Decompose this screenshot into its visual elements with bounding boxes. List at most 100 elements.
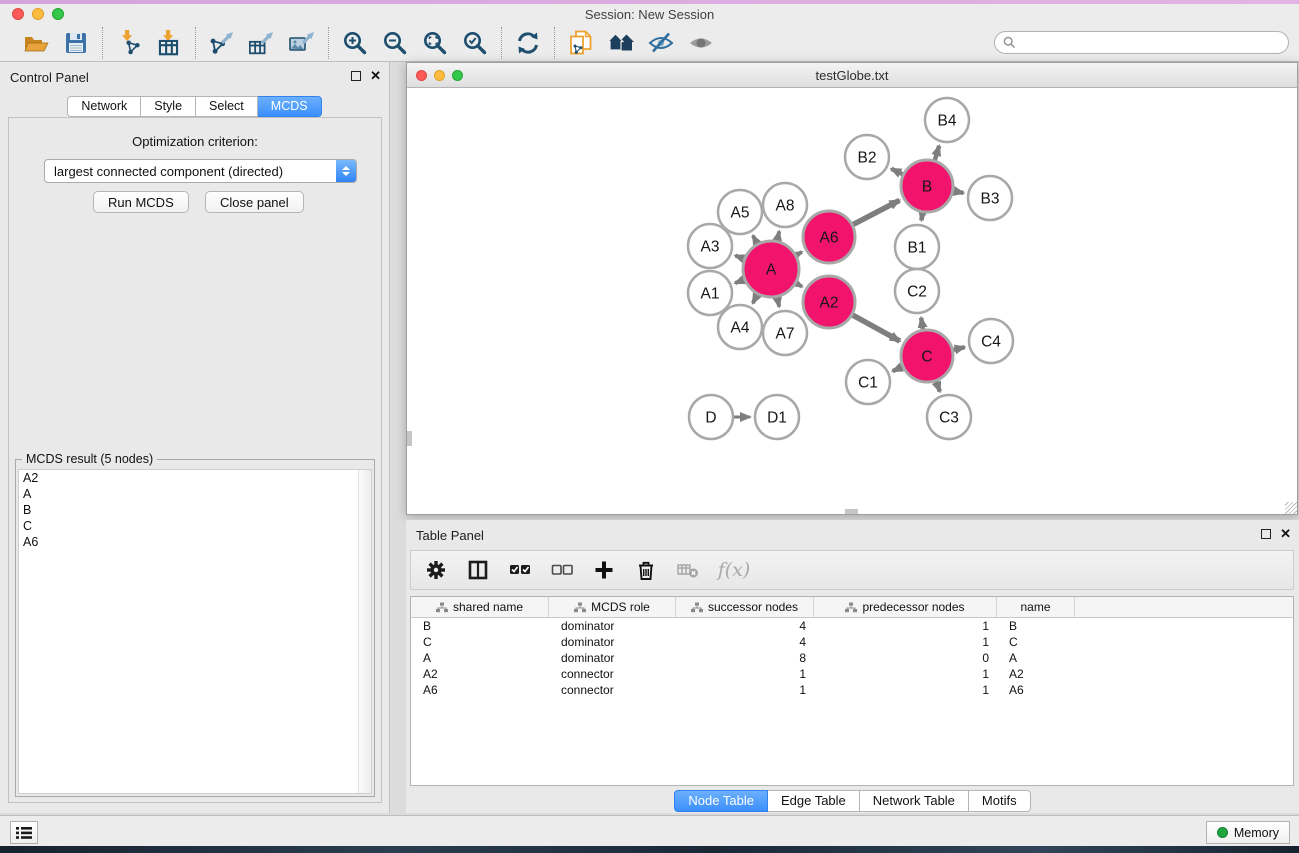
graph-node-B[interactable]: B <box>901 160 953 212</box>
close-panel-button[interactable]: Close panel <box>205 191 304 213</box>
edge-A-A8[interactable] <box>777 231 779 240</box>
show-all-button[interactable] <box>681 27 721 59</box>
refresh-button[interactable] <box>508 27 548 59</box>
graph-node-C[interactable]: C <box>901 330 953 382</box>
export-image-button[interactable] <box>282 27 322 59</box>
table-cell[interactable]: 1 <box>676 666 814 682</box>
table-cell[interactable]: A <box>411 650 549 666</box>
graph-node-B1[interactable]: B1 <box>895 225 939 269</box>
deselect-all-button[interactable] <box>549 557 575 583</box>
graph-node-A4[interactable]: A4 <box>718 305 762 349</box>
search-input[interactable] <box>1016 32 1288 53</box>
clone-network-button[interactable] <box>561 27 601 59</box>
float-table-panel-icon[interactable] <box>1261 529 1271 539</box>
edge-A-A4[interactable] <box>753 295 758 304</box>
select-all-button[interactable] <box>507 557 533 583</box>
tab-node-table[interactable]: Node Table <box>674 790 768 812</box>
mcds-result-item[interactable]: A2 <box>19 470 371 486</box>
network-window-titlebar[interactable]: testGlobe.txt <box>407 63 1297 88</box>
table-cell[interactable]: 4 <box>676 634 814 650</box>
graph-node-C4[interactable]: C4 <box>969 319 1013 363</box>
graph-node-B4[interactable]: B4 <box>925 98 969 142</box>
float-panel-icon[interactable] <box>351 71 361 81</box>
network-canvas[interactable]: B4B2BB3A8A5A6B1A3AC2A1A2A4A7C4CC1C3DD1 <box>407 88 1297 514</box>
table-cell[interactable]: C <box>997 634 1075 650</box>
column-header-shared-name[interactable]: shared name <box>411 597 549 617</box>
graph-node-B2[interactable]: B2 <box>845 135 889 179</box>
graph-node-A5[interactable]: A5 <box>718 190 762 234</box>
window-resize-grip[interactable] <box>1285 502 1297 514</box>
zoom-fit-button[interactable] <box>415 27 455 59</box>
edge-A-A2[interactable] <box>796 283 802 286</box>
run-mcds-button[interactable]: Run MCDS <box>93 191 189 213</box>
table-cell[interactable]: A2 <box>411 666 549 682</box>
table-cell[interactable]: 1 <box>676 682 814 698</box>
table-cell[interactable]: A <box>997 650 1075 666</box>
save-session-button[interactable] <box>56 27 96 59</box>
edge-A-A3[interactable] <box>735 256 744 259</box>
graph-node-A6[interactable]: A6 <box>803 211 855 263</box>
table-row[interactable]: A2connector11A2 <box>411 666 1293 682</box>
neighbors-button[interactable] <box>601 27 641 59</box>
graph-node-B3[interactable]: B3 <box>968 176 1012 220</box>
edge-B-B1[interactable] <box>921 213 922 221</box>
add-column-button[interactable] <box>591 557 617 583</box>
edge-C-C2[interactable] <box>921 318 923 330</box>
table-cell[interactable]: 1 <box>814 634 997 650</box>
hide-selected-button[interactable] <box>641 27 681 59</box>
column-header-predecessor-nodes[interactable]: predecessor nodes <box>814 597 997 617</box>
table-cell[interactable]: A6 <box>411 682 549 698</box>
open-session-button[interactable] <box>16 27 56 59</box>
table-cell[interactable]: dominator <box>549 634 676 650</box>
edge-B-B4[interactable] <box>935 146 939 160</box>
settings-button[interactable] <box>423 557 449 583</box>
mcds-result-item[interactable]: A <box>19 486 371 502</box>
memory-button[interactable]: Memory <box>1206 821 1290 844</box>
edge-A-A1[interactable] <box>735 280 744 283</box>
table-row[interactable]: Bdominator41B <box>411 618 1293 634</box>
table-cell[interactable]: 1 <box>814 666 997 682</box>
mcds-result-item[interactable]: C <box>19 518 371 534</box>
table-cell[interactable]: 8 <box>676 650 814 666</box>
graph-node-A2[interactable]: A2 <box>803 276 855 328</box>
criterion-dropdown[interactable]: largest connected component (directed) <box>44 159 357 183</box>
edge-A-A7[interactable] <box>777 297 779 306</box>
graph-node-C1[interactable]: C1 <box>846 360 890 404</box>
edge-B-B3[interactable] <box>954 191 964 193</box>
table-cell[interactable]: 1 <box>814 618 997 634</box>
zoom-in-button[interactable] <box>335 27 375 59</box>
graph-node-C3[interactable]: C3 <box>927 395 971 439</box>
graph-node-D[interactable]: D <box>689 395 733 439</box>
delete-column-button[interactable] <box>633 557 659 583</box>
import-network-button[interactable] <box>109 27 149 59</box>
column-header-MCDS-role[interactable]: MCDS role <box>549 597 676 617</box>
table-cell[interactable]: B <box>997 618 1075 634</box>
tab-select[interactable]: Select <box>196 96 258 117</box>
tab-mcds[interactable]: MCDS <box>258 96 322 117</box>
table-cell[interactable]: connector <box>549 666 676 682</box>
table-row[interactable]: A6connector11A6 <box>411 682 1293 698</box>
import-table-button[interactable] <box>149 27 189 59</box>
mcds-result-item[interactable]: A6 <box>19 534 371 550</box>
table-cell[interactable]: B <box>411 618 549 634</box>
zoom-selected-button[interactable] <box>455 27 495 59</box>
column-header-name[interactable]: name <box>997 597 1075 617</box>
edge-C-C4[interactable] <box>953 347 964 350</box>
table-row[interactable]: Cdominator41C <box>411 634 1293 650</box>
graph-node-A1[interactable]: A1 <box>688 271 732 315</box>
canvas-bottom-grip[interactable] <box>845 509 858 514</box>
task-list-button[interactable] <box>10 821 38 844</box>
tab-network[interactable]: Network <box>67 96 141 117</box>
close-panel-icon[interactable]: ✕ <box>370 71 381 81</box>
edge-C-C3[interactable] <box>936 381 940 391</box>
result-scrollbar[interactable] <box>358 470 371 793</box>
edge-A-A6[interactable] <box>796 252 801 255</box>
edge-B-B2[interactable] <box>891 169 902 175</box>
graph-node-C2[interactable]: C2 <box>895 269 939 313</box>
mcds-result-item[interactable]: B <box>19 502 371 518</box>
table-cell[interactable]: C <box>411 634 549 650</box>
table-cell[interactable]: 0 <box>814 650 997 666</box>
export-network-button[interactable] <box>202 27 242 59</box>
canvas-left-grip[interactable] <box>407 431 412 446</box>
edge-C-C1[interactable] <box>893 367 903 371</box>
